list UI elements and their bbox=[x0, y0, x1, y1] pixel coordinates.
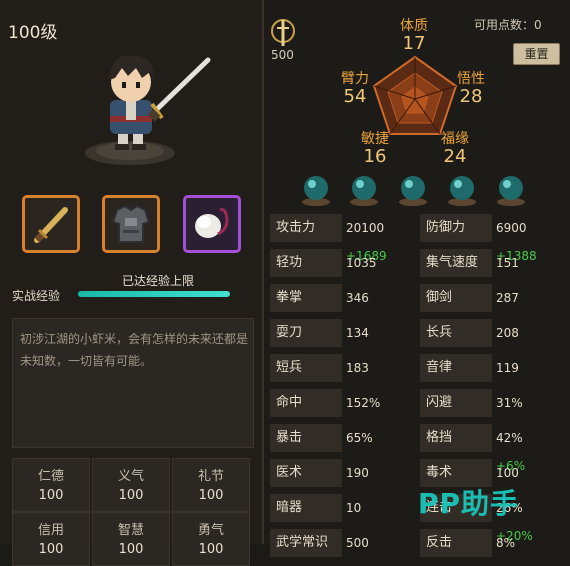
stat-value: 20100 +1689 bbox=[342, 214, 387, 263]
stat-number: 42% bbox=[496, 431, 523, 445]
sword-icon bbox=[34, 207, 68, 243]
level-label: 100级 bbox=[8, 23, 58, 43]
stat-name: 耍刀 bbox=[270, 319, 342, 347]
skill-orb[interactable] bbox=[493, 171, 529, 207]
virtue-name: 仁德 bbox=[37, 469, 64, 484]
virtue-value: 100 bbox=[118, 542, 144, 557]
virtue-name: 信用 bbox=[37, 523, 64, 538]
stat-name: 医术 bbox=[270, 459, 342, 487]
stat-value: 183 bbox=[346, 361, 369, 375]
skill-orb[interactable] bbox=[395, 171, 431, 207]
skill-orb[interactable] bbox=[444, 171, 480, 207]
reset-button[interactable]: 重置 bbox=[513, 43, 560, 65]
stat-name: 攻击力 bbox=[270, 214, 342, 242]
virtue-name: 智慧 bbox=[117, 523, 144, 538]
stat-name: 暗器 bbox=[270, 494, 342, 522]
attr-value-constitution: 17 bbox=[402, 33, 426, 54]
stat-name: 防御力 bbox=[420, 214, 492, 242]
stat-value: 287 bbox=[496, 291, 519, 305]
attr-name-constitution: 体质 bbox=[400, 18, 428, 34]
virtue-cell: 仁德 100 bbox=[12, 458, 90, 512]
virtue-value: 100 bbox=[198, 542, 224, 557]
virtue-name: 勇气 bbox=[197, 523, 224, 538]
virtue-cell: 信用 100 bbox=[12, 512, 90, 566]
available-points-label: 可用点数：0 bbox=[474, 18, 542, 32]
attribute-radar-chart bbox=[372, 55, 458, 137]
virtue-value: 100 bbox=[198, 488, 224, 503]
stat-name: 拳掌 bbox=[270, 284, 342, 312]
stat-value: 500 bbox=[346, 536, 369, 550]
stat-value: 1035 bbox=[346, 256, 377, 270]
stat-value: 10 bbox=[346, 501, 362, 515]
stat-name: 格挡 bbox=[420, 424, 492, 452]
stat-name: 武学常识 bbox=[270, 529, 342, 557]
stat-value: 6900 +1388 bbox=[492, 214, 537, 263]
equip-slot-accessory[interactable] bbox=[183, 195, 241, 253]
virtue-cell: 义气 100 bbox=[92, 458, 170, 512]
virtue-name: 礼节 bbox=[197, 469, 224, 484]
exp-progress-bar bbox=[78, 291, 230, 297]
sword-emblem-icon bbox=[270, 18, 296, 48]
stat-value: 151 bbox=[496, 256, 519, 270]
stat-value: 31% bbox=[496, 396, 523, 410]
stat-value: 8% bbox=[496, 536, 516, 550]
total-points: 500 bbox=[271, 48, 294, 62]
character-sprite bbox=[70, 38, 220, 168]
virtue-value: 100 bbox=[118, 488, 144, 503]
stat-name: 暴击 bbox=[270, 424, 342, 452]
stat-value: 152% bbox=[346, 396, 381, 410]
stat-name: 命中 bbox=[270, 389, 342, 417]
stat-name: 反击 bbox=[420, 529, 492, 557]
virtue-name: 义气 bbox=[117, 469, 144, 484]
stat-value: 134 bbox=[346, 326, 369, 340]
equip-slot-weapon[interactable] bbox=[22, 195, 80, 253]
virtue-cell: 礼节 100 bbox=[172, 458, 250, 512]
skill-orb[interactable] bbox=[346, 171, 382, 207]
virtue-value: 100 bbox=[38, 542, 64, 557]
stat-name: 御剑 bbox=[420, 284, 492, 312]
stat-value: 190 bbox=[346, 466, 369, 480]
stat-value: 119 bbox=[496, 361, 519, 375]
virtue-value: 100 bbox=[38, 488, 64, 503]
exp-label: 实战经验 bbox=[12, 289, 61, 303]
stat-value: 208 bbox=[496, 326, 519, 340]
stat-value: 42% +6% bbox=[492, 424, 525, 473]
feather-fan-icon bbox=[195, 208, 229, 238]
stat-number: 20100 bbox=[346, 221, 385, 235]
stat-name: 音律 bbox=[420, 354, 492, 382]
stat-name: 长兵 bbox=[420, 319, 492, 347]
stat-name: 短兵 bbox=[270, 354, 342, 382]
exp-status-text: 已达经验上限 bbox=[122, 274, 195, 288]
stat-name: 集气速度 bbox=[420, 249, 492, 277]
stat-value: 65% bbox=[346, 431, 373, 445]
stat-value: 346 bbox=[346, 291, 369, 305]
attr-value-fortune: 24 bbox=[443, 146, 467, 167]
equip-slot-armor[interactable] bbox=[102, 195, 160, 253]
skill-orb[interactable] bbox=[298, 171, 334, 207]
attr-value-agility: 16 bbox=[363, 146, 387, 167]
armor-icon bbox=[111, 204, 151, 243]
stat-name: 轻功 bbox=[270, 249, 342, 277]
stat-number: 6900 bbox=[496, 221, 527, 235]
watermark-logo: PP助手 bbox=[418, 487, 520, 520]
character-description: 初涉江湖的小虾米，会有怎样的未来还都是未知数，一切皆有可能。 bbox=[20, 332, 249, 368]
virtue-cell: 智慧 100 bbox=[92, 512, 170, 566]
virtue-cell: 勇气 100 bbox=[172, 512, 250, 566]
stat-name: 闪避 bbox=[420, 389, 492, 417]
